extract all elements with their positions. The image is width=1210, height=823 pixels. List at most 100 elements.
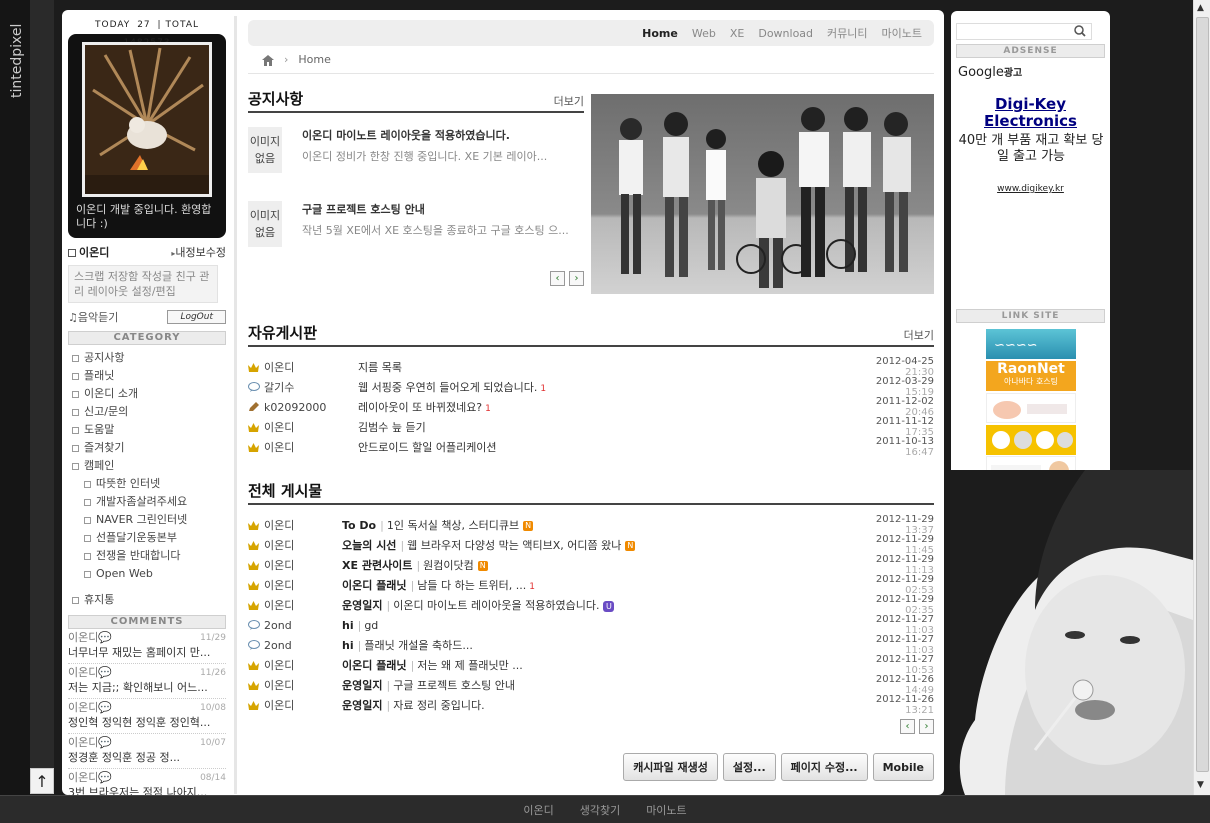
row-title[interactable]: 이온디 플래닛 | 저는 왜 제 플래닛만 ... xyxy=(342,657,844,673)
category-item[interactable]: 도움말 xyxy=(68,421,226,439)
row-board[interactable]: 운영일지 xyxy=(342,679,382,692)
row-title[interactable]: 이온디 플래닛 | 남들 다 하는 트위터, ... 1 xyxy=(342,577,844,593)
ad-title-link[interactable]: Digi-Key Electronics xyxy=(951,96,1110,130)
link-banner-3[interactable] xyxy=(986,393,1076,423)
profile-photo[interactable] xyxy=(82,42,212,197)
row-author[interactable]: 2ond xyxy=(264,619,342,632)
row-title[interactable]: 운영일지 | 자료 정리 중입니다. xyxy=(342,697,844,713)
nav-mynote[interactable]: 마이노트 xyxy=(882,25,922,41)
row-title[interactable]: To Do | 1인 독서실 책상, 스터디큐브 N xyxy=(342,517,844,533)
notice-item[interactable]: 이미지 없음 이온디 마이노트 레이아웃을 적용하였습니다. 이온디 정비가 한… xyxy=(248,127,584,187)
row-author[interactable]: 이온디 xyxy=(264,557,342,573)
scroll-down-icon[interactable]: ▼ xyxy=(1197,780,1204,790)
row-board[interactable]: hi xyxy=(342,619,354,632)
row-author[interactable]: 이온디 xyxy=(264,537,342,553)
table-row[interactable]: 갈기수 웹 서핑중 우연히 들어오게 되었습니다. 1 2012-03-29 15:1… xyxy=(248,376,934,398)
table-row[interactable]: 이온디 XE 관련사이트 | 원컴이닷컴 N 2012-11-29 11:13 xyxy=(248,554,934,576)
comment-item[interactable]: 이온디💬 11/29 너무너무 재밌는 홈페이지 만... xyxy=(68,629,226,664)
google-ads-label[interactable]: Google광고 xyxy=(958,64,1022,80)
category-item[interactable]: 플래닛 xyxy=(68,367,226,385)
row-author[interactable]: 이온디 xyxy=(264,657,342,673)
table-row[interactable]: 2ond hi | gd 2012-11-27 11:03 xyxy=(248,614,934,636)
row-title[interactable]: 지름 목록 xyxy=(358,359,844,375)
nav-home[interactable]: Home xyxy=(642,27,678,40)
comment-item[interactable]: 이온디💬 10/08 정인혁 정익현 정익훈 정인혁... xyxy=(68,699,226,734)
row-board[interactable]: 운영일지 xyxy=(342,599,382,612)
row-author[interactable]: 이온디 xyxy=(264,577,342,593)
category-item[interactable]: 공지사항 xyxy=(68,349,226,367)
banner-photo[interactable] xyxy=(591,94,934,294)
comment-item[interactable]: 이온디💬 10/07 정경훈 정익훈 정공 정... xyxy=(68,734,226,769)
table-row[interactable]: 이온디 운영일지 | 이온디 마이노트 레이아웃을 적용하였습니다. U 2012-11-… xyxy=(248,594,934,616)
row-title[interactable]: 운영일지 | 이온디 마이노트 레이아웃을 적용하였습니다. U xyxy=(342,597,844,613)
row-board[interactable]: 이온디 플래닛 xyxy=(342,579,407,592)
table-row[interactable]: 이온디 안드로이드 할일 어플리케이션 2011-10-13 16:47 xyxy=(248,436,934,458)
user-menu[interactable]: 스크랩 저장함 작성글 친구 관리 레이아웃 설정/편집 xyxy=(68,265,218,303)
link-banner-1[interactable]: ∽∽∽∽ xyxy=(986,329,1076,359)
table-row[interactable]: 이온디 이온디 플래닛 | 남들 다 하는 트위터, ... 1 2012-11-29 0… xyxy=(248,574,934,596)
logout-button[interactable]: LogOut xyxy=(167,310,226,324)
next-page-button[interactable]: › xyxy=(919,719,934,734)
category-item-trash[interactable]: 휴지통 xyxy=(68,591,226,609)
ad-url-link[interactable]: www.digikey.kr xyxy=(951,184,1110,194)
row-author[interactable]: 이온디 xyxy=(264,677,342,693)
music-link[interactable]: ♫음악듣기 xyxy=(68,309,118,325)
row-author[interactable]: 이온디 xyxy=(264,517,342,533)
nav-download[interactable]: Download xyxy=(758,27,813,40)
category-subitem[interactable]: 따뜻한 인터넷 xyxy=(68,475,226,493)
row-author[interactable]: 이온디 xyxy=(264,439,358,455)
home-icon[interactable] xyxy=(262,54,274,66)
footer-link-thoughts[interactable]: 생각찾기 xyxy=(580,802,620,818)
brand-logo[interactable]: tintedpixel xyxy=(2,8,28,98)
category-item[interactable]: 즐겨찾기 xyxy=(68,439,226,457)
footer-link-mynote[interactable]: 마이노트 xyxy=(646,802,686,818)
row-title[interactable]: XE 관련사이트 | 원컴이닷컴 N xyxy=(342,557,844,573)
next-page-button[interactable]: › xyxy=(569,271,584,286)
nav-community[interactable]: 커뮤니티 xyxy=(827,25,867,41)
row-author[interactable]: 갈기수 xyxy=(264,379,358,395)
notice-item[interactable]: 이미지 없음 구글 프로젝트 호스팅 안내 작년 5월 XE에서 XE 호스팅을… xyxy=(248,201,584,261)
scrollbar-thumb[interactable] xyxy=(1196,17,1209,772)
row-board[interactable]: XE 관련사이트 xyxy=(342,559,412,572)
category-item[interactable]: 이온디 소개 xyxy=(68,385,226,403)
row-board[interactable]: To Do xyxy=(342,519,376,532)
table-row[interactable]: 이온디 운영일지 | 구글 프로젝트 호스팅 안내 2012-11-26 14:49 xyxy=(248,674,934,696)
vertical-scrollbar[interactable]: ▲ ▼ xyxy=(1193,0,1210,795)
table-row[interactable]: 이온디 김범수 늪 듣기 2011-11-12 17:35 xyxy=(248,416,934,438)
settings-button[interactable]: 설정... xyxy=(722,753,776,781)
regenerate-cache-button[interactable]: 캐시파일 재생성 xyxy=(623,753,718,781)
row-author[interactable]: 이온디 xyxy=(264,359,358,375)
link-banner-raonnet[interactable]: RaonNet 아나바다 호스팅 xyxy=(986,361,1076,391)
prev-page-button[interactable]: ‹ xyxy=(900,719,915,734)
row-title[interactable]: 오늘의 시선 | 웹 브라우저 다양성 막는 액티브X, 어디쯤 왔나 N xyxy=(342,537,844,553)
row-title[interactable]: 레이아웃이 또 바뀌졌네요? 1 xyxy=(358,399,844,415)
free-board-more-link[interactable]: 더보기 xyxy=(904,327,934,343)
table-row[interactable]: k02092000 레이아웃이 또 바뀌졌네요? 1 2011-12-02 20:46 xyxy=(248,396,934,418)
link-banner-4[interactable] xyxy=(986,425,1076,455)
username[interactable]: 이온디 xyxy=(68,244,109,260)
row-author[interactable]: 이온디 xyxy=(264,419,358,435)
category-subitem[interactable]: Open Web xyxy=(68,565,226,583)
table-row[interactable]: 이온디 운영일지 | 자료 정리 중입니다. 2012-11-26 13:21 xyxy=(248,694,934,716)
nav-xe[interactable]: XE xyxy=(730,27,745,40)
row-title[interactable]: 안드로이드 할일 어플리케이션 xyxy=(358,439,844,455)
row-title[interactable]: 운영일지 | 구글 프로젝트 호스팅 안내 xyxy=(342,677,844,693)
row-title[interactable]: hi | 플래닛 개설을 축하드... xyxy=(342,637,844,653)
row-board[interactable]: hi xyxy=(342,639,354,652)
table-row[interactable]: 이온디 지름 목록 2012-04-25 21:30 xyxy=(248,356,934,378)
category-item[interactable]: 캠페인 xyxy=(68,457,226,475)
notice-item-title[interactable]: 이온디 마이노트 레이아웃을 적용하였습니다. xyxy=(302,127,547,144)
category-subitem[interactable]: NAVER 그린인터넷 xyxy=(68,511,226,529)
notice-item-title[interactable]: 구글 프로젝트 호스팅 안내 xyxy=(302,201,569,218)
table-row[interactable]: 이온디 To Do | 1인 독서실 책상, 스터디큐브 N 2012-11-29 13:… xyxy=(248,514,934,536)
row-author[interactable]: k02092000 xyxy=(264,401,358,414)
table-row[interactable]: 2ond hi | 플래닛 개설을 축하드... 2012-11-27 11:03 xyxy=(248,634,934,656)
category-subitem[interactable]: 전쟁을 반대합니다 xyxy=(68,547,226,565)
scroll-top-button[interactable]: ↑ xyxy=(30,768,54,794)
row-board[interactable]: 이온디 플래닛 xyxy=(342,659,407,672)
row-author[interactable]: 이온디 xyxy=(264,597,342,613)
category-item[interactable]: 신고/문의 xyxy=(68,403,226,421)
mobile-button[interactable]: Mobile xyxy=(872,753,934,781)
category-subitem[interactable]: 선플달기운동본부 xyxy=(68,529,226,547)
table-row[interactable]: 이온디 오늘의 시선 | 웹 브라우저 다양성 막는 액티브X, 어디쯤 왔나 N 201… xyxy=(248,534,934,556)
